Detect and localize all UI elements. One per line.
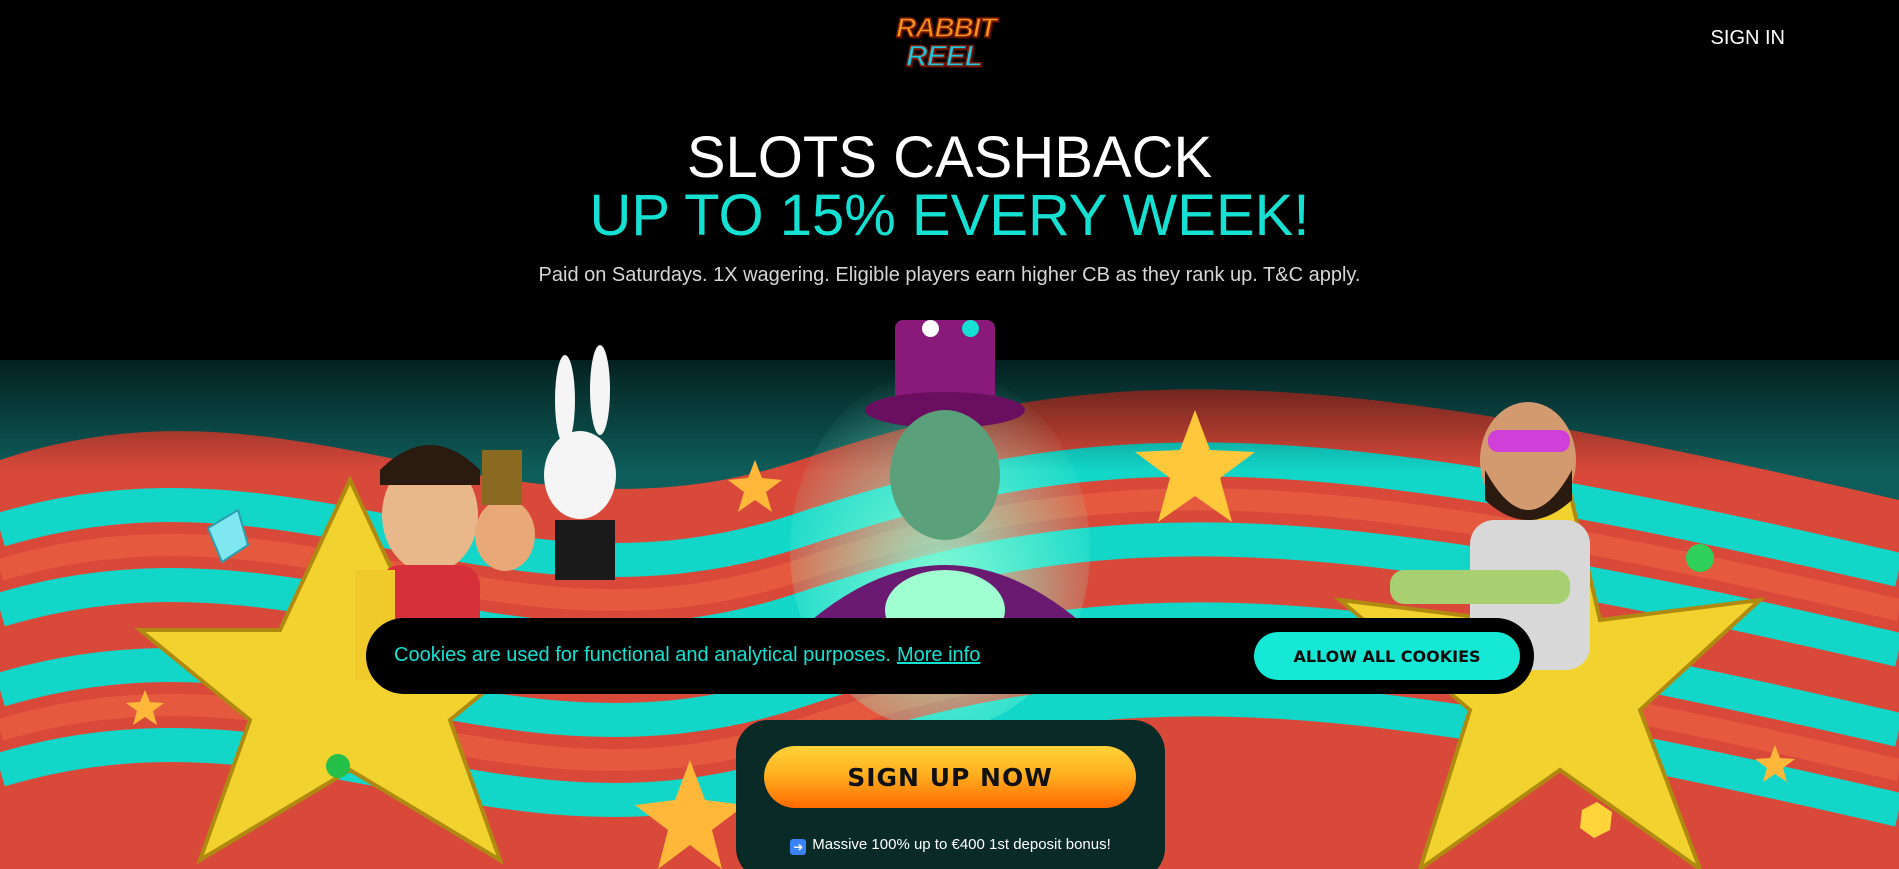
cookie-banner: Cookies are used for functional and anal… xyxy=(366,618,1534,694)
logo-text-reel: REEL xyxy=(905,39,984,74)
arrow-right-icon: ➜ xyxy=(790,839,807,855)
cookie-message: Cookies are used for functional and anal… xyxy=(394,644,980,667)
bonus-offer: ➜ Massive 100% up to €400 1st deposit bon… xyxy=(736,836,1165,855)
sign-in-button[interactable]: SIGN IN xyxy=(1711,27,1785,50)
carousel-dot-1[interactable] xyxy=(922,320,939,337)
allow-all-cookies-button[interactable]: ALLOW ALL COOKIES xyxy=(1254,632,1520,680)
cookie-message-text: Cookies are used for functional and anal… xyxy=(394,644,891,666)
bonus-text: Massive 100% up to €400 1st deposit bonu… xyxy=(812,836,1111,853)
carousel-dots xyxy=(922,320,982,338)
rabbit-reel-logo[interactable]: RABBIT REEL xyxy=(895,10,1004,76)
hero-banner: SLOTS CASHBACK UP TO 15% EVERY WEEK! Pai… xyxy=(0,128,1899,287)
carousel-dot-2[interactable] xyxy=(962,320,979,337)
hero-subtitle: UP TO 15% EVERY WEEK! xyxy=(589,183,1310,248)
gem-lime xyxy=(1686,544,1714,572)
page: RABBIT REEL SIGN IN SLOTS CASHBACK UP TO… xyxy=(0,0,1899,869)
signup-panel: SIGN UP NOW ➜ Massive 100% up to €400 1st… xyxy=(736,720,1165,869)
hero-title: SLOTS CASHBACK xyxy=(686,125,1213,190)
sign-up-now-button[interactable]: SIGN UP NOW xyxy=(764,746,1136,808)
gem-green xyxy=(326,754,350,778)
cookie-more-info-link[interactable]: More info xyxy=(897,644,980,666)
header: RABBIT REEL SIGN IN xyxy=(0,0,1899,90)
hero-description: Paid on Saturdays. 1X wagering. Eligible… xyxy=(538,264,1361,286)
